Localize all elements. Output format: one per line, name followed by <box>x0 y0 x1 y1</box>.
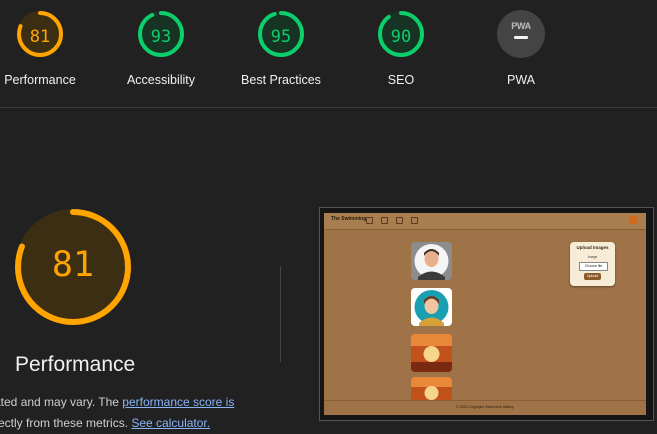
screenshot-page: The Swimming Upload Images Image Choose … <box>324 213 646 415</box>
sunset-image-icon <box>411 334 452 372</box>
gauge-score: 95 <box>270 27 292 47</box>
gauge-label: Best Practices <box>241 73 321 87</box>
gauge-label: Performance <box>4 73 76 87</box>
gauge-score: 90 <box>390 27 412 47</box>
desc-text: rectly from these metrics. <box>0 416 132 430</box>
section-divider <box>280 266 281 362</box>
gauge-seo[interactable]: 90 SEO <box>346 10 456 87</box>
nav-icon <box>381 217 388 224</box>
choose-file-button: Choose file <box>579 262 608 271</box>
upload-label: Image <box>587 255 598 259</box>
gallery-image <box>411 334 452 372</box>
upload-button: Upload <box>584 273 601 280</box>
gauge-accessibility[interactable]: 93 Accessibility <box>106 10 216 87</box>
gauge-best-practices[interactable]: 95 Best Practices <box>226 10 336 87</box>
performance-title: Performance <box>15 353 136 376</box>
pwa-badge-text: PWA <box>511 21 531 31</box>
gauge-label: Accessibility <box>126 73 196 87</box>
screenshot-footer: © 2023 Copyright: Swimmers Gallery <box>324 400 646 415</box>
gauge-performance[interactable]: 81 Performance <box>0 10 95 87</box>
desc-text: ated and may vary. The <box>0 395 123 409</box>
pwa-dash-icon <box>514 36 528 39</box>
final-screenshot[interactable]: The Swimming Upload Images Image Choose … <box>319 207 654 421</box>
gauge-label: PWA <box>506 73 535 87</box>
gauge-label: SEO <box>387 73 415 87</box>
gauge-score: 93 <box>150 27 172 47</box>
avatar-image <box>411 242 452 280</box>
footer-text: © 2023 Copyright: Swimmers Gallery <box>456 405 514 409</box>
pwa-badge-icon: PWA <box>497 10 545 58</box>
screenshot-navbar: The Swimming <box>324 213 646 230</box>
gauge-score: 81 <box>29 27 51 47</box>
see-calculator-link[interactable]: See calculator. <box>131 416 210 430</box>
upload-title: Upload Images <box>576 245 609 250</box>
screenshot-brand: The Swimming <box>331 216 367 222</box>
screenshot-logo-icon <box>629 216 637 224</box>
nav-icon <box>411 217 418 224</box>
nav-icon <box>396 217 403 224</box>
performance-score-link[interactable]: performance score is <box>122 395 234 409</box>
performance-description: ated and may vary. The performance score… <box>0 392 264 434</box>
performance-score: 81 <box>51 245 95 285</box>
score-gauges-bar: 81 Performance 93 Accessibility 95 Best … <box>0 0 657 108</box>
upload-card: Upload Images Image Choose file Upload <box>570 242 615 286</box>
woman-avatar-icon <box>414 290 449 326</box>
avatar-image <box>411 288 452 326</box>
nav-icon <box>366 217 373 224</box>
man-avatar-icon <box>414 244 449 280</box>
